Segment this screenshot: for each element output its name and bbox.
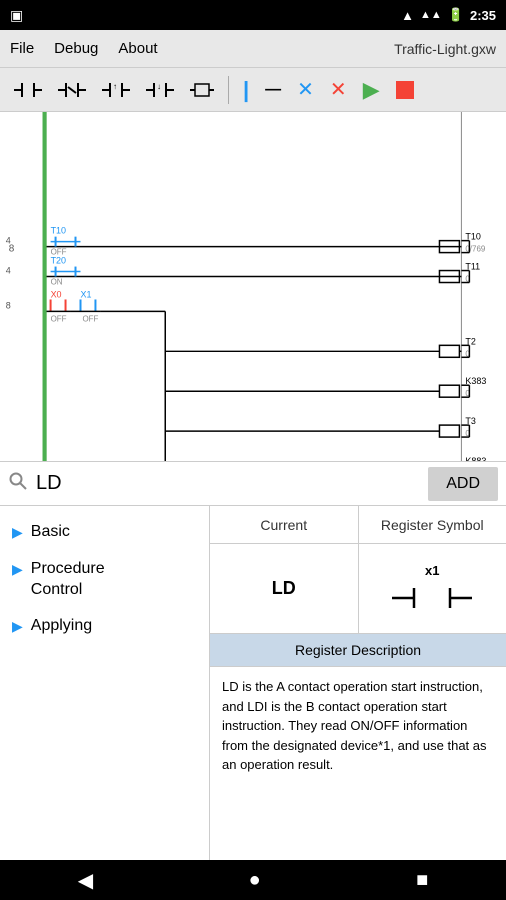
- search-input[interactable]: [36, 472, 420, 495]
- positive-transition-btn[interactable]: ↑: [96, 75, 136, 105]
- add-button[interactable]: ADD: [428, 467, 498, 501]
- chevron-right-icon-2: ▶: [12, 561, 23, 578]
- wifi-icon: ▲: [401, 8, 414, 23]
- contact-symbol: x1: [392, 563, 472, 614]
- home-button[interactable]: ●: [249, 869, 261, 892]
- description-header: Register Description: [210, 634, 506, 667]
- svg-text:T10: T10: [51, 226, 66, 236]
- menu-about[interactable]: About: [118, 40, 157, 57]
- svg-text:↑: ↑: [113, 82, 117, 91]
- svg-text:K883: K883: [465, 456, 486, 461]
- register-symbol-header: Register Symbol: [359, 506, 506, 543]
- svg-text:4: 4: [6, 236, 11, 246]
- vertical-line-btn[interactable]: |: [237, 73, 255, 107]
- time-display: 2:35: [470, 8, 496, 23]
- svg-text:↓: ↓: [157, 82, 161, 91]
- description-body: LD is the A contact operation start inst…: [210, 667, 506, 785]
- window-title: Traffic-Light.gxw: [394, 41, 496, 57]
- back-button[interactable]: ◀: [78, 868, 93, 893]
- delete-coil-btn[interactable]: ✕: [324, 73, 353, 106]
- coil-btn[interactable]: [184, 75, 220, 105]
- status-bar-left: ▣: [10, 7, 23, 24]
- chevron-right-icon-3: ▶: [12, 618, 23, 635]
- ladder-diagram[interactable]: 8 20 4 T10 OFF T10 0/769 4 T20 ON T11 0: [0, 112, 506, 462]
- status-bar: ▣ ▲ ▲▲ 🔋 2:35: [0, 0, 506, 30]
- svg-text:8: 8: [6, 300, 11, 310]
- sidebar-item-basic[interactable]: ▶ Basic: [0, 514, 209, 551]
- current-instruction-value: LD: [272, 578, 296, 599]
- sidebar-applying-label: Applying: [31, 616, 92, 637]
- status-bar-right: ▲ ▲▲ 🔋 2:35: [401, 7, 496, 23]
- svg-text:OFF: OFF: [82, 314, 98, 323]
- stop-icon: [396, 81, 414, 99]
- search-bar: ADD: [0, 462, 506, 506]
- separator-1: [228, 76, 229, 104]
- svg-text:X0: X0: [51, 289, 62, 299]
- instruction-detail-panel: Current Register Symbol LD x1: [210, 506, 506, 860]
- horizontal-line-btn[interactable]: —: [259, 77, 287, 103]
- menu-debug[interactable]: Debug: [54, 40, 98, 57]
- svg-text:T20: T20: [51, 256, 66, 266]
- menu-bar: File Debug About Traffic-Light.gxw: [0, 30, 506, 68]
- svg-text:ON: ON: [51, 278, 63, 287]
- sidebar-procedure-label: ProcedureControl: [31, 559, 105, 601]
- bottom-panel: ▶ Basic ▶ ProcedureControl ▶ Applying Cu…: [0, 506, 506, 860]
- svg-text:X1: X1: [80, 289, 91, 299]
- stop-btn[interactable]: [390, 77, 420, 103]
- current-header: Current: [210, 506, 359, 543]
- symbol-row: LD x1: [210, 544, 506, 634]
- menu-file[interactable]: File: [10, 40, 34, 57]
- svg-text:OFF: OFF: [51, 314, 67, 323]
- battery-icon: 🔋: [448, 7, 464, 23]
- symbol-label: x1: [425, 563, 439, 578]
- delete-contact-btn[interactable]: ✕: [291, 73, 320, 106]
- instruction-sidebar: ▶ Basic ▶ ProcedureControl ▶ Applying: [0, 506, 210, 860]
- sidebar-basic-label: Basic: [31, 522, 70, 543]
- right-panel-header: Current Register Symbol: [210, 506, 506, 544]
- recent-apps-button[interactable]: ■: [416, 869, 428, 892]
- normally-open-contact-btn[interactable]: [8, 75, 48, 105]
- svg-text:4: 4: [6, 266, 11, 276]
- app-icon: ▣: [10, 7, 23, 24]
- current-instruction-cell: LD: [210, 544, 359, 633]
- bottom-navigation: ◀ ● ■: [0, 860, 506, 900]
- toolbar: ↑ ↓ | — ✕ ✕ ▶: [0, 68, 506, 112]
- search-icon: [8, 471, 28, 496]
- play-btn[interactable]: ▶: [357, 73, 386, 107]
- sidebar-item-applying[interactable]: ▶ Applying: [0, 608, 209, 645]
- chevron-right-icon: ▶: [12, 524, 23, 541]
- normally-closed-contact-btn[interactable]: [52, 75, 92, 105]
- register-symbol-cell: x1: [359, 544, 506, 633]
- signal-icon: ▲▲: [420, 9, 442, 21]
- negative-transition-btn[interactable]: ↓: [140, 75, 180, 105]
- sidebar-item-procedure-control[interactable]: ▶ ProcedureControl: [0, 551, 209, 609]
